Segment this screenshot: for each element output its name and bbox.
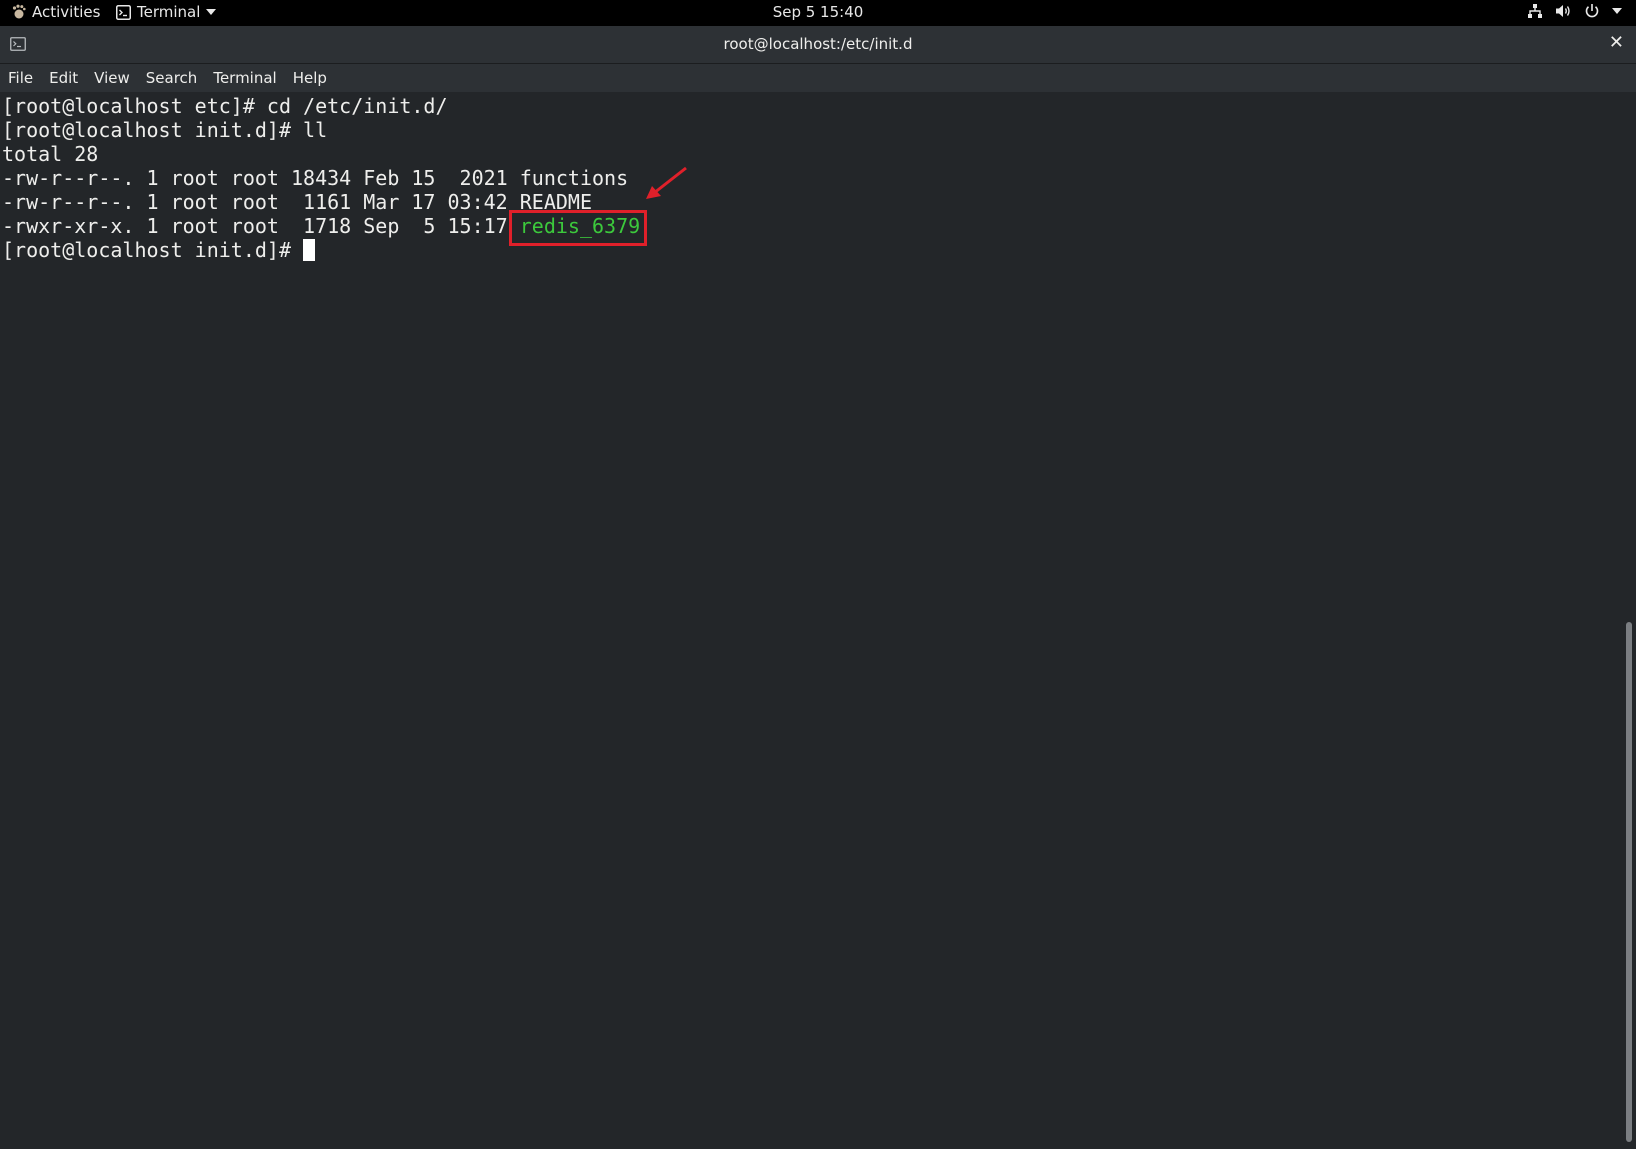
menu-terminal[interactable]: Terminal (213, 69, 276, 87)
clock[interactable]: Sep 5 15:40 (773, 3, 864, 21)
text-cursor (303, 239, 316, 261)
terminal-line: -rw-r--r--. 1 root root 18434 Feb 15 202… (2, 166, 629, 190)
prompt-line: [root@localhost init.d]# (2, 238, 316, 262)
terminal-line: [root@localhost etc]# cd /etc/init.d/ (2, 94, 448, 118)
annotation-highlight-box (509, 210, 647, 246)
system-status-menu[interactable] (1527, 3, 1622, 19)
menu-search[interactable]: Search (146, 69, 198, 87)
menu-edit[interactable]: Edit (49, 69, 78, 87)
top-bar: Activities Terminal Sep 5 15:40 (0, 0, 1636, 26)
power-icon (1585, 4, 1599, 18)
terminal-line: -rw-r--r--. 1 root root 1161 Mar 17 03:4… (2, 190, 593, 214)
volume-icon (1556, 5, 1570, 17)
terminal-output[interactable]: [root@localhost etc]# cd /etc/init.d/ [r… (0, 92, 1622, 1149)
prompt: [root@localhost init.d]# (2, 238, 304, 262)
listing-prefix: -rwxr-xr-x. 1 root root 1718 Sep 5 15:17 (2, 214, 520, 238)
close-icon[interactable]: ✕ (1609, 32, 1624, 53)
scrollbar-thumb[interactable] (1626, 622, 1632, 1142)
network-icon (1528, 4, 1542, 18)
activities-button[interactable]: Activities (12, 3, 100, 21)
gnome-foot-icon (12, 4, 26, 19)
menu-file[interactable]: File (8, 69, 33, 87)
menubar: File Edit View Search Terminal Help (0, 64, 1636, 92)
menu-help[interactable]: Help (293, 69, 327, 87)
terminal-icon (116, 4, 131, 20)
chevron-down-icon (206, 9, 217, 15)
terminal-line: [root@localhost init.d]# ll (2, 118, 328, 142)
activities-label: Activities (32, 3, 101, 21)
menu-view[interactable]: View (94, 69, 130, 87)
chevron-down-icon (1612, 8, 1622, 14)
terminal-scrollbar[interactable] (1622, 92, 1636, 1149)
window-title: root@localhost:/etc/init.d (723, 35, 913, 53)
app-menu-label: Terminal (137, 3, 201, 21)
terminal-line: total 28 (2, 142, 99, 166)
window-titlebar[interactable]: root@localhost:/etc/init.d ✕ (0, 26, 1636, 64)
app-menu-terminal[interactable]: Terminal (116, 3, 217, 21)
annotation-arrow-icon (646, 166, 687, 199)
